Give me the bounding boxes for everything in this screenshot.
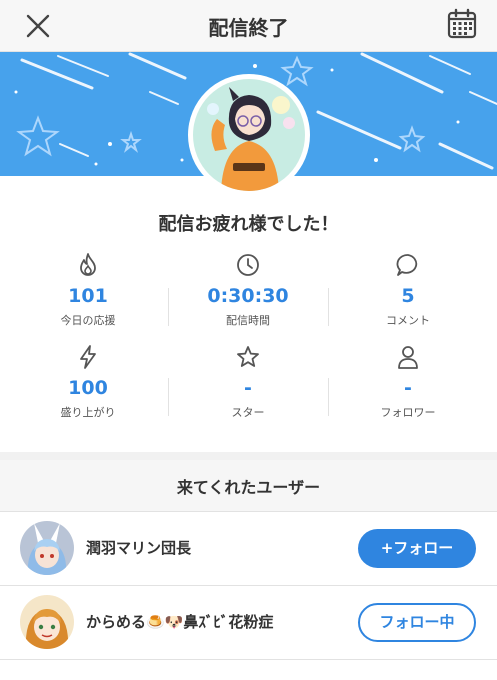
stat-value: 100	[68, 377, 108, 399]
stat-value: 0:30:30	[207, 285, 289, 307]
header-bar: 配信終了	[0, 0, 497, 52]
stat-label: 配信時間	[226, 314, 270, 327]
streamer-avatar-image	[193, 79, 305, 191]
stat-label: 今日の応援	[60, 314, 116, 327]
thanks-message: 配信お疲れ様でした！	[158, 214, 339, 235]
visitors-title: 来てくれたユーザー	[176, 478, 321, 497]
stat-label: 盛り上がり	[60, 406, 116, 419]
avatar[interactable]	[20, 521, 74, 575]
lightning-icon	[80, 345, 96, 369]
stat-label: フォロワー	[380, 406, 436, 419]
user-icon	[398, 346, 418, 369]
stat-duration: 0:30:30 配信時間	[168, 248, 328, 338]
user-name[interactable]: からめる🍮🐶鼻ｽﾞﾋﾞ花粉症	[86, 611, 273, 632]
stat-excitement: 100 盛り上がり	[8, 340, 168, 430]
stat-divider	[328, 378, 329, 416]
stat-stars: - スター	[168, 340, 328, 430]
user-name[interactable]: 潤羽マリン団長	[86, 537, 191, 558]
streamer-avatar[interactable]	[188, 74, 310, 196]
following-button[interactable]: フォロー中	[358, 603, 476, 642]
section-separator	[0, 452, 497, 460]
page-title: 配信終了	[208, 16, 289, 40]
stat-label: コメント	[386, 314, 430, 327]
stat-value: 5	[401, 285, 415, 307]
flame-icon	[80, 253, 96, 276]
stat-value: 101	[68, 285, 108, 307]
stat-divider	[168, 378, 169, 416]
clock-icon	[237, 254, 259, 276]
star-icon	[237, 346, 259, 367]
stat-cheers: 101 今日の応援	[8, 248, 168, 338]
stat-divider	[168, 288, 169, 326]
visitors-header: 来てくれたユーザー	[0, 460, 497, 512]
stat-divider	[328, 288, 329, 326]
comment-icon	[396, 254, 418, 276]
stat-label: スター	[231, 406, 265, 419]
stat-value: -	[404, 377, 412, 399]
stat-followers: - フォロワー	[328, 340, 488, 430]
visitor-row[interactable]: 潤羽マリン団長 +フォロー	[0, 512, 497, 586]
stat-comments: 5 コメント	[328, 248, 488, 338]
stats-grid: 101 今日の応援 0:30:30 配信時間 5 コメント 100 盛り上がり …	[0, 248, 497, 428]
calendar-icon[interactable]	[445, 7, 479, 41]
stat-value: -	[244, 377, 252, 399]
avatar[interactable]	[20, 595, 74, 649]
follow-button[interactable]: +フォロー	[358, 529, 476, 568]
visitor-row[interactable]: からめる🍮🐶鼻ｽﾞﾋﾞ花粉症 フォロー中	[0, 586, 497, 660]
